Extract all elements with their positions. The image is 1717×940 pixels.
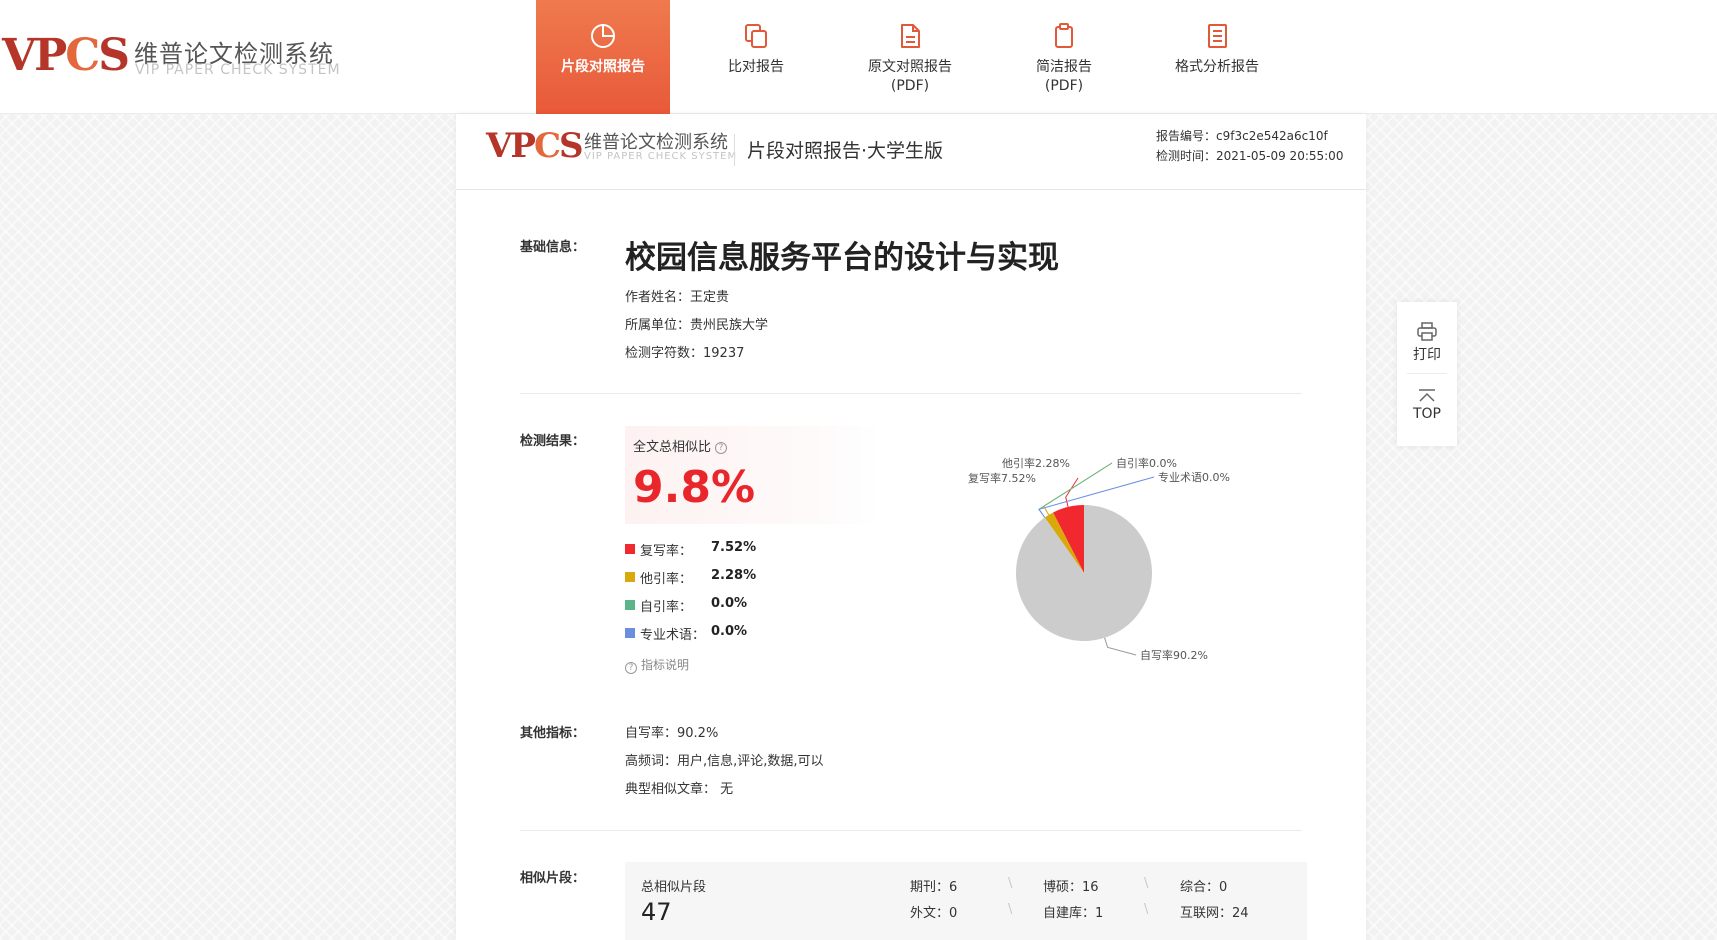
- stat-separator: \: [1144, 876, 1149, 891]
- similarity-pie-chart: 复写率7.52% 他引率2.28% 自引率0.0% 专业术语0.0% 自写率90.2%: [956, 454, 1276, 664]
- brand-logo-mark: VPCS: [2, 30, 130, 81]
- typical-similar-articles: 典型相似文章： 无: [625, 782, 734, 797]
- legend-name: 自引率：: [640, 600, 693, 615]
- tool-divider: [1407, 373, 1447, 374]
- report-number: 报告编号：c9f3c2e542a6c10f: [1156, 129, 1328, 143]
- result-label: 检测结果：: [520, 434, 586, 449]
- section-divider: [520, 830, 1302, 831]
- high-frequency-words: 高频词：用户,信息,评论,数据,可以: [625, 754, 824, 769]
- total-similarity-value: 9.8%: [633, 462, 756, 513]
- nav-tab-compare-report[interactable]: 比对报告: [689, 0, 823, 114]
- legend-value: 7.52%: [711, 540, 757, 555]
- nav-tab-label: 比对报告: [728, 59, 784, 75]
- legend-name: 专业术语：: [640, 628, 706, 643]
- affiliation: 所属单位：贵州民族大学: [625, 318, 769, 333]
- stat-separator: \: [1008, 876, 1013, 891]
- document-icon: [901, 24, 920, 48]
- nav-tab-label: 原文对照报告: [868, 59, 952, 75]
- report-logo-mark: VPCS: [486, 126, 584, 166]
- nav-tab-simple-pdf[interactable]: 简洁报告 (PDF): [997, 0, 1131, 114]
- pie-slice-label: 复写率7.52%: [968, 471, 1036, 485]
- stat-journal: 期刊：6: [910, 880, 958, 895]
- stat-separator: \: [1008, 902, 1013, 917]
- indicator-explain-text: 指标说明: [641, 658, 690, 672]
- top-label: TOP: [1412, 406, 1441, 422]
- copy-icon: [745, 24, 767, 48]
- legend-swatch: [625, 600, 635, 610]
- nav-tab-label: 片段对照报告: [561, 59, 645, 75]
- print-label: 打印: [1413, 347, 1441, 363]
- pie-slice-label: 自引率0.0%: [1116, 456, 1177, 470]
- printer-icon: [1417, 322, 1437, 341]
- help-icon[interactable]: ?: [715, 442, 728, 454]
- pie-slice-label: 专业术语0.0%: [1158, 470, 1230, 484]
- stat-internet: 互联网：24: [1180, 906, 1249, 921]
- other-indicators-label: 其他指标：: [520, 726, 586, 741]
- clipboard-icon: [1055, 23, 1073, 48]
- legend-swatch: [625, 544, 635, 554]
- similar-fragments-box: 总相似片段 47 期刊：6 \ 博硕：16 \ 综合：0 外文：0 \ 自建库：…: [625, 862, 1307, 940]
- total-similarity-text: 全文总相似比: [633, 440, 712, 455]
- pie-slice-label: 自写率90.2%: [1140, 648, 1208, 662]
- pie-chart-svg: 复写率7.52%他引率2.28% 自引率0.0%专业术语0.0% 自写率90.2%: [968, 456, 1230, 662]
- nav-tab-label: 格式分析报告: [1175, 59, 1259, 75]
- pie-slice-label: 他引率2.28%: [1002, 456, 1070, 470]
- brand-name-en: VIP PAPER CHECK SYSTEM: [135, 62, 341, 78]
- stat-thesis: 博硕：16: [1043, 880, 1099, 895]
- legend-name: 复写率：: [640, 544, 693, 559]
- pie-slice: [1016, 505, 1152, 641]
- report-meta: 报告编号：c9f3c2e542a6c10f 检测时间：2021-05-09 20…: [1156, 126, 1343, 166]
- arrow-up-icon: [1419, 389, 1435, 402]
- report-title: 片段对照报告·大学生版: [747, 140, 944, 162]
- stat-foreign: 外文：0: [910, 906, 958, 921]
- legend-value: 0.0%: [711, 624, 748, 639]
- pie-leader-line: [1104, 637, 1137, 656]
- total-fragments-value: 47: [641, 898, 672, 926]
- section-divider: [520, 393, 1302, 394]
- header-divider: [734, 134, 735, 166]
- nav-tab-label: 简洁报告: [1036, 59, 1092, 75]
- check-time: 检测时间：2021-05-09 20:55:00: [1156, 149, 1344, 163]
- total-similarity-label: 全文总相似比?: [633, 436, 728, 455]
- similar-fragments-label: 相似片段：: [520, 871, 586, 886]
- stat-separator: \: [1144, 902, 1149, 917]
- legend-value: 0.0%: [711, 596, 748, 611]
- basic-info-label: 基础信息：: [520, 240, 586, 255]
- thesis-title: 校园信息服务平台的设计与实现: [625, 240, 1059, 276]
- legend-value: 2.28%: [711, 568, 757, 583]
- stat-general: 综合：0: [1180, 880, 1228, 895]
- legend-name: 他引率：: [640, 572, 693, 587]
- report-paper: VPCS 维普论文检测系统 VIP PAPER CHECK SYSTEM 片段对…: [456, 114, 1366, 940]
- author-name: 作者姓名：王定贵: [625, 290, 730, 305]
- self-write-rate: 自写率：90.2%: [625, 726, 719, 741]
- back-to-top-button[interactable]: TOP: [1397, 388, 1457, 422]
- stat-self-built: 自建库：1: [1043, 906, 1104, 921]
- report-header: VPCS 维普论文检测系统 VIP PAPER CHECK SYSTEM 片段对…: [456, 114, 1366, 190]
- side-toolbar: 打印 TOP: [1397, 302, 1457, 446]
- indicator-explain-link[interactable]: ? 指标说明: [625, 656, 689, 674]
- nav-tab-label-sub: (PDF): [1044, 78, 1084, 94]
- nav-tab-label-sub: (PDF): [890, 78, 930, 94]
- total-fragments-label: 总相似片段: [641, 880, 707, 895]
- nav-tab-format-report[interactable]: 格式分析报告: [1150, 0, 1284, 114]
- pie-leader-line: [1065, 477, 1079, 508]
- top-bar: VPCS 维普论文检测系统 VIP PAPER CHECK SYSTEM 片段对…: [0, 0, 1717, 114]
- nav-tab-fragment-report[interactable]: 片段对照报告: [536, 0, 670, 114]
- report-brand-en: VIP PAPER CHECK SYSTEM: [584, 151, 738, 162]
- nav-tab-original-pdf[interactable]: 原文对照报告 (PDF): [843, 0, 977, 114]
- print-button[interactable]: 打印: [1397, 322, 1457, 364]
- char-count: 检测字符数：19237: [625, 346, 745, 361]
- pie-chart-icon: [591, 24, 615, 48]
- total-similarity-box: 全文总相似比? 9.8%: [625, 426, 881, 524]
- list-document-icon: [1208, 24, 1227, 48]
- legend-swatch: [625, 628, 635, 638]
- legend-swatch: [625, 572, 635, 582]
- help-icon: ?: [625, 662, 637, 674]
